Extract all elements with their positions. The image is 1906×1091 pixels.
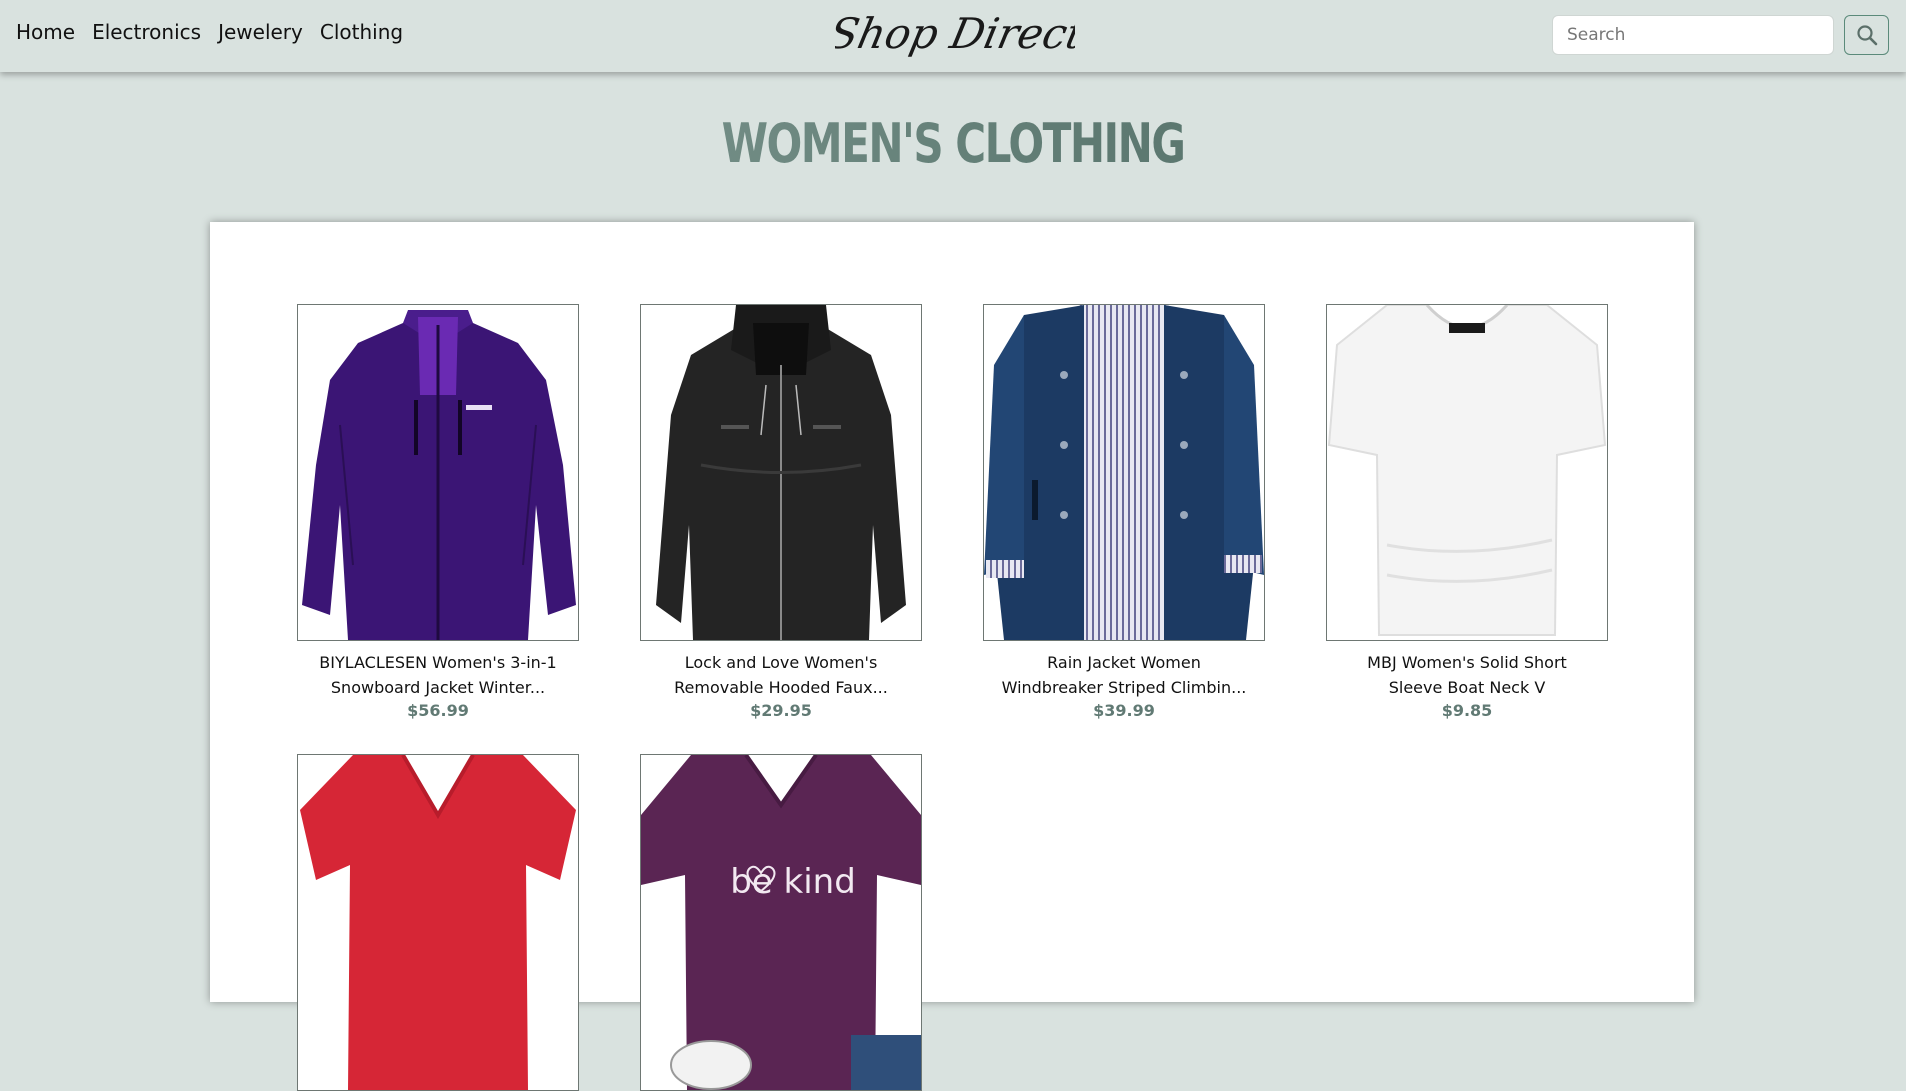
product-image-white-tshirt[interactable] (1326, 304, 1608, 641)
product-image-purple-be-kind-tshirt[interactable]: be kind (640, 754, 922, 1091)
product-image-navy-rain-jacket[interactable] (983, 304, 1265, 641)
product-image-purple-jacket[interactable] (297, 304, 579, 641)
search-input[interactable] (1552, 15, 1834, 55)
page-title: WOMEN'S CLOTHING (210, 112, 1697, 175)
logo-text: Shop Direct (835, 10, 1075, 58)
product-grid-panel: BIYLACLESEN Women's 3-in-1 Snowboard Jac… (210, 222, 1694, 1091)
product-price: $9.85 (1441, 701, 1493, 720)
product-card[interactable]: BIYLACLESEN Women's 3-in-1 Snowboard Jac… (297, 304, 579, 720)
product-title[interactable]: MBJ Women's Solid Short Sleeve Boat Neck… (1326, 650, 1608, 700)
search-icon (1856, 25, 1877, 46)
nav-link-electronics[interactable]: Electronics (92, 20, 201, 44)
product-image-red-vneck-tshirt[interactable] (297, 754, 579, 1091)
nav-link-home[interactable]: Home (16, 20, 75, 44)
product-card[interactable]: be kind (640, 754, 922, 1091)
nav-link-clothing[interactable]: Clothing (320, 20, 403, 44)
search-button[interactable] (1844, 15, 1889, 55)
product-title[interactable]: BIYLACLESEN Women's 3-in-1 Snowboard Jac… (297, 650, 579, 700)
product-price: $56.99 (407, 701, 469, 720)
product-card[interactable] (297, 754, 579, 1091)
product-price: $29.95 (750, 701, 812, 720)
product-card[interactable]: MBJ Women's Solid Short Sleeve Boat Neck… (1326, 304, 1608, 720)
product-title[interactable]: Rain Jacket Women Windbreaker Striped Cl… (983, 650, 1265, 700)
product-card[interactable]: Lock and Love Women's Removable Hooded F… (640, 304, 922, 720)
shop-direct-logo[interactable]: Shop Direct (835, 4, 1075, 68)
nav-links: Home Electronics Jewelery Clothing (16, 20, 403, 44)
product-title[interactable]: Lock and Love Women's Removable Hooded F… (640, 650, 922, 700)
tshirt-print-text: be kind (730, 862, 856, 902)
nav-link-jewelery[interactable]: Jewelery (218, 20, 303, 44)
product-price: $39.99 (1093, 701, 1155, 720)
top-navbar: Home Electronics Jewelery Clothing Shop … (0, 0, 1906, 72)
product-image-black-leather-jacket[interactable] (640, 304, 922, 641)
product-card[interactable]: Rain Jacket Women Windbreaker Striped Cl… (983, 304, 1265, 720)
